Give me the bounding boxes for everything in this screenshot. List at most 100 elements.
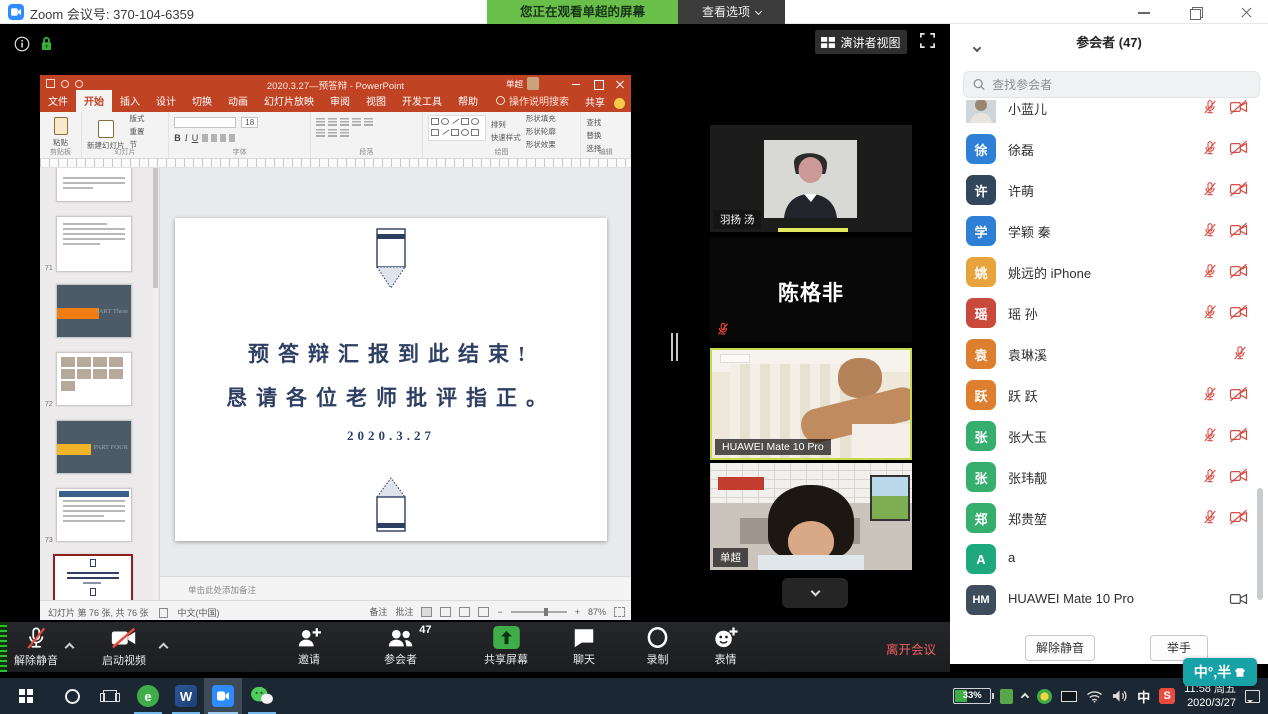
unmute-me-button[interactable]: 解除静音 [1025,635,1095,661]
indent-icon[interactable] [340,118,349,126]
ime-language-indicator[interactable]: 中 [1137,687,1150,706]
taskbar-wechat[interactable] [244,678,280,714]
font-name-select[interactable] [174,117,236,128]
slide-thumbnail[interactable]: 73 [56,352,132,406]
slide-thumbnail[interactable]: 74 PART FOUR [56,420,132,474]
justify-icon[interactable] [328,129,337,137]
tab-design[interactable]: 设计 [148,90,184,112]
leave-meeting-button[interactable]: 离开会议 [886,639,936,658]
tab-view[interactable]: 视图 [358,90,394,112]
align-right-icon[interactable] [316,129,325,137]
shape-outline-button[interactable]: 形状轮廓 [526,126,556,137]
strip-resize-handle[interactable] [671,333,678,361]
unmute-button[interactable]: 解除静音 [14,626,58,668]
tab-help[interactable]: 帮助 [450,90,486,112]
participant-row[interactable]: HM HUAWEI Mate 10 Pro [950,579,1268,620]
video-tile-active[interactable]: HUAWEI Mate 10 Pro [710,348,912,460]
thumbnail-scrollbar[interactable] [153,168,158,600]
record-button[interactable]: 录制 [646,626,669,667]
action-center-icon[interactable] [1245,690,1260,703]
slide-thumbnail[interactable]: 72 PART Three [56,284,132,338]
meeting-info-icon[interactable] [14,36,30,52]
tab-developer[interactable]: 开发工具 [394,90,450,112]
notes-toggle[interactable]: 备注 [369,605,387,618]
fit-slide-icon[interactable] [614,607,625,617]
tab-transitions[interactable]: 切换 [184,90,220,112]
antivirus-icon[interactable] [1037,689,1052,704]
taskbar-word[interactable]: W [168,678,204,714]
participant-row[interactable]: A a [950,538,1268,579]
participant-search[interactable] [963,71,1260,98]
participant-row[interactable]: 许 许萌 [950,169,1268,210]
slide-sorter-icon[interactable] [440,607,451,617]
participants-scrollbar[interactable] [1257,488,1263,600]
shape-fill-button[interactable]: 形状填充 [526,113,556,124]
participant-row[interactable]: 学 学颖 秦 [950,210,1268,251]
zoom-out-icon[interactable]: − [497,607,502,617]
task-view-button[interactable] [94,678,126,714]
audio-options-chevron[interactable] [66,638,73,656]
ppt-restore-button[interactable] [587,75,609,93]
language-label[interactable]: 中文(中国) [178,606,220,619]
ppt-minimize-button[interactable] [565,75,587,93]
sogou-input-icon[interactable]: S [1159,688,1175,704]
font-effects-icons[interactable] [202,134,236,142]
participant-row[interactable]: 袁 袁琳溪 [950,333,1268,374]
tab-file[interactable]: 文件 [40,90,76,112]
layout-button[interactable]: 版式 [130,113,145,124]
paste-icon[interactable] [54,117,68,135]
zoom-slider[interactable] [511,611,567,613]
participant-row[interactable]: 张 张大玉 [950,415,1268,456]
align-center-icon[interactable] [364,118,373,126]
tab-slideshow[interactable]: 幻灯片放映 [256,90,322,112]
slide-thumbnail[interactable]: 75 [56,488,132,542]
reading-view-icon[interactable] [459,607,470,617]
share-screen-button[interactable]: 共享屏幕 [484,626,528,667]
video-tile[interactable]: 羽扬 汤 [710,125,912,232]
wifi-icon[interactable] [1086,690,1103,703]
arrange-button[interactable]: 排列 [491,119,521,130]
underline-button[interactable]: U [192,133,199,143]
chat-button[interactable]: 聊天 [572,626,596,667]
columns-icon[interactable] [340,129,349,137]
participant-row[interactable]: 张 张玮靓 [950,456,1268,497]
current-slide[interactable]: 预答辩汇报到此结束! 恳请各位老师批评指正。 2020.3.27 [175,218,607,541]
start-button[interactable] [8,678,44,714]
bold-button[interactable]: B [174,133,181,143]
participant-row[interactable]: 郑 郑贵堃 [950,497,1268,538]
slideshow-icon[interactable] [478,607,489,617]
participant-row[interactable]: 徐 徐磊 [950,128,1268,169]
bullets-icon[interactable] [316,118,325,126]
tab-review[interactable]: 审阅 [322,90,358,112]
tab-animations[interactable]: 动画 [220,90,256,112]
normal-view-icon[interactable] [421,607,432,617]
close-button[interactable] [1232,0,1260,24]
ime-indicator-toast[interactable]: 中°,半 [1183,658,1257,686]
ppt-close-button[interactable] [609,75,631,93]
video-tile[interactable]: 单超 [710,463,912,570]
reset-button[interactable]: 重置 [130,126,145,137]
search-input[interactable] [992,78,1250,92]
start-video-button[interactable]: 启动视频 [102,626,146,668]
taskbar-browser[interactable]: e [130,678,166,714]
quick-styles-button[interactable]: 快速样式 [491,132,521,143]
shape-gallery[interactable] [428,115,486,141]
align-left-icon[interactable] [352,118,361,126]
participants-button[interactable]: 47 参会者 [384,626,417,667]
ppt-share-button[interactable]: 共享 [585,94,605,109]
new-slide-icon[interactable] [98,120,114,138]
italic-button[interactable]: I [185,133,188,143]
volume-icon[interactable] [1112,689,1128,703]
zoom-percent[interactable]: 87% [588,607,606,617]
numbering-icon[interactable] [328,118,337,126]
slide-thumbnail-selected[interactable]: 76 [53,554,133,600]
reactions-button[interactable]: 表情 [713,626,738,667]
feedback-smiley-icon[interactable] [614,98,625,109]
display-icon[interactable] [1061,691,1077,702]
usb-icon[interactable] [1000,689,1013,704]
tab-insert[interactable]: 插入 [112,90,148,112]
taskbar-zoom-active[interactable] [204,678,242,714]
tray-expand-chevron[interactable] [1022,687,1028,705]
slide-thumbnail[interactable]: 71 [56,216,132,272]
zoom-in-icon[interactable]: + [575,607,580,617]
